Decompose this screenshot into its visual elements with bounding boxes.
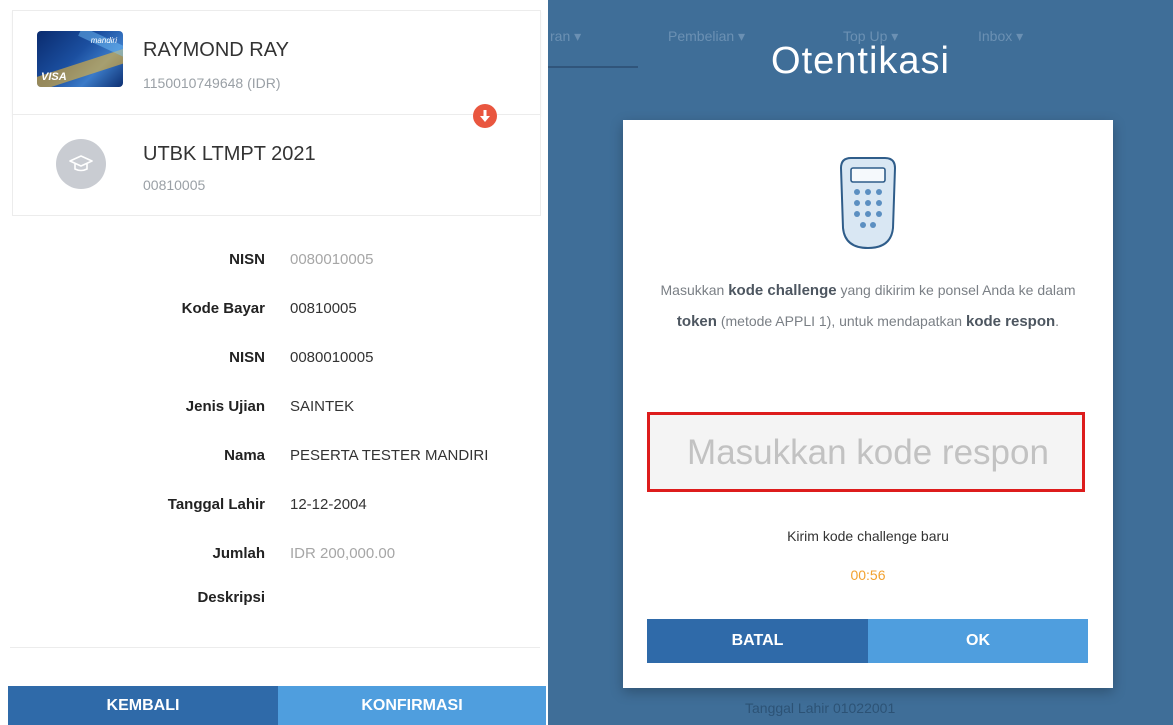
detail-row-nisn: NISN 0080010005 — [0, 251, 548, 271]
detail-row-nisn-2: NISN 0080010005 — [0, 349, 548, 369]
cancel-button[interactable]: BATAL — [647, 619, 868, 663]
detail-row-jumlah: Jumlah IDR 200,000.00 — [0, 545, 548, 565]
account-number: 1150010749648 (IDR) — [143, 75, 281, 91]
detail-label: Deskripsi — [197, 589, 265, 606]
auth-instructions: Masukkan kode challenge yang dikirim ke … — [660, 282, 1076, 330]
card-brand: mandiri — [90, 36, 117, 45]
detail-row-jenis-ujian: Jenis Ujian SAINTEK — [0, 398, 548, 418]
token-device-icon — [839, 157, 897, 250]
detail-value: 0080010005 — [290, 349, 374, 366]
account-holder-name: RAYMOND RAY — [143, 39, 289, 61]
download-arrow-icon[interactable] — [473, 104, 497, 128]
detail-label: Nama — [224, 447, 265, 464]
graduation-cap-icon — [56, 139, 106, 189]
detail-row-kode-bayar: Kode Bayar 00810005 — [0, 300, 548, 320]
detail-value: 0080010005 — [290, 251, 374, 268]
detail-label: Jumlah — [212, 545, 265, 562]
back-button[interactable]: KEMBALI — [8, 686, 278, 725]
authentication-overlay: ran ▾ Pembelian ▾ Top Up ▾ Inbox ▾ Otent… — [548, 0, 1173, 725]
response-code-input[interactable] — [654, 419, 1082, 487]
payment-detail-panel: mandiri VISA RAYMOND RAY 1150010749648 (… — [0, 0, 548, 725]
biller-code: 00810005 — [143, 177, 206, 193]
resend-challenge-link[interactable]: Kirim kode challenge baru — [623, 528, 1113, 544]
detail-value: 00810005 — [290, 300, 357, 317]
detail-label: NISN — [229, 349, 265, 366]
background-footer-text: Tanggal Lahir 01022001 — [745, 700, 896, 716]
confirm-button[interactable]: KONFIRMASI — [278, 686, 546, 725]
debit-card-image: mandiri VISA — [37, 31, 123, 87]
auth-title: Otentikasi — [771, 40, 950, 82]
detail-label: NISN — [229, 251, 265, 268]
detail-value: SAINTEK — [290, 398, 355, 415]
detail-label: Kode Bayar — [181, 300, 265, 317]
detail-label: Jenis Ujian — [185, 398, 265, 415]
detail-row-nama: Nama PESERTA TESTER MANDIRI — [0, 447, 548, 467]
divider — [10, 647, 540, 648]
countdown-timer: 00:56 — [850, 567, 886, 583]
detail-row-deskripsi: Deskripsi — [0, 589, 548, 609]
biller-card[interactable]: UTBK LTMPT 2021 00810005 — [12, 114, 541, 216]
detail-value: 12-12-2004 — [290, 496, 367, 513]
ok-button[interactable]: OK — [868, 619, 1088, 663]
source-account-card[interactable]: mandiri VISA RAYMOND RAY 1150010749648 (… — [12, 10, 541, 115]
detail-value: IDR 200,000.00 — [290, 545, 396, 562]
detail-row-tanggal-lahir: Tanggal Lahir 12-12-2004 — [0, 496, 548, 516]
detail-label: Tanggal Lahir — [167, 496, 265, 513]
card-network: VISA — [41, 71, 67, 83]
detail-value: PESERTA TESTER MANDIRI — [290, 447, 489, 464]
response-code-highlight — [647, 412, 1085, 492]
biller-name: UTBK LTMPT 2021 — [143, 143, 316, 165]
auth-modal: Masukkan kode challenge yang dikirim ke … — [623, 120, 1113, 688]
